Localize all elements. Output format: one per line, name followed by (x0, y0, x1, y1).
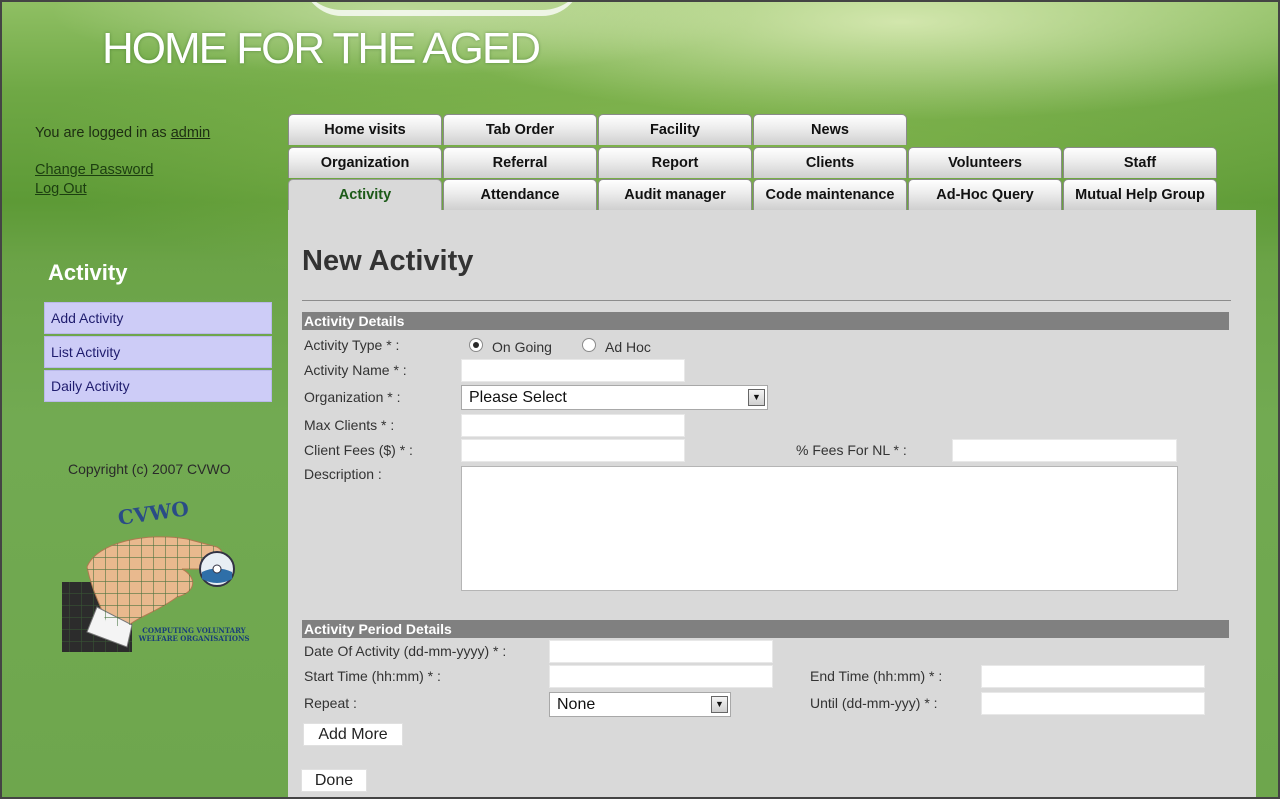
chevron-down-icon[interactable]: ▼ (711, 696, 728, 713)
tab-activity[interactable]: Activity (288, 179, 442, 211)
sidebar-item-list-activity[interactable]: List Activity (44, 336, 272, 368)
done-button[interactable]: Done (301, 769, 367, 792)
client-fees-input[interactable] (461, 439, 685, 462)
logo-caption-line2: WELFARE ORGANISATIONS (138, 634, 250, 643)
start-time-input[interactable] (549, 665, 773, 688)
until-input[interactable] (981, 692, 1205, 715)
max-clients-label: Max Clients * : (304, 417, 395, 433)
login-status: You are logged in as admin (35, 125, 210, 141)
date-of-activity-label: Date Of Activity (dd-mm-yyyy) * : (304, 643, 507, 659)
activity-name-label: Activity Name * : (304, 362, 407, 378)
date-of-activity-input[interactable] (549, 640, 773, 663)
site-title: HOME FOR THE AGED (102, 24, 541, 73)
tab-news[interactable]: News (753, 114, 907, 145)
chevron-down-icon[interactable]: ▼ (748, 389, 765, 406)
change-password-link[interactable]: Change Password (35, 162, 154, 178)
tab-volunteers[interactable]: Volunteers (908, 147, 1062, 178)
end-time-label: End Time (hh:mm) * : (810, 668, 943, 684)
tab-attendance[interactable]: Attendance (443, 179, 597, 210)
organization-selected-value: Please Select (469, 389, 567, 406)
add-more-button[interactable]: Add More (303, 723, 403, 746)
logo-caption: COMPUTING VOLUNTARY WELFARE ORGANISATION… (130, 627, 258, 643)
repeat-selected-value: None (557, 696, 596, 713)
client-fees-label: Client Fees ($) * : (304, 442, 413, 458)
sidebar-section-title: Activity (48, 260, 128, 285)
tab-mutual-help-group[interactable]: Mutual Help Group (1063, 179, 1217, 210)
description-textarea[interactable] (461, 466, 1178, 591)
activity-type-label: Activity Type * : (304, 337, 400, 353)
tab-staff[interactable]: Staff (1063, 147, 1217, 178)
until-label: Until (dd-mm-yyy) * : (810, 695, 938, 711)
activity-period-header: Activity Period Details (302, 620, 1229, 638)
organization-label: Organization * : (304, 389, 401, 405)
ad-hoc-label: Ad Hoc (605, 339, 651, 355)
log-out-link[interactable]: Log Out (35, 181, 87, 197)
ad-hoc-radio[interactable] (582, 338, 596, 352)
tab-referral[interactable]: Referral (443, 147, 597, 178)
sidebar-item-add-activity[interactable]: Add Activity (44, 302, 272, 334)
tab-organization[interactable]: Organization (288, 147, 442, 178)
tab-facility[interactable]: Facility (598, 114, 752, 145)
heading-divider (302, 300, 1231, 301)
end-time-input[interactable] (981, 665, 1205, 688)
on-going-radio[interactable] (469, 338, 483, 352)
tab-ad-hoc-query[interactable]: Ad-Hoc Query (908, 179, 1062, 210)
max-clients-input[interactable] (461, 414, 685, 437)
sidebar-item-daily-activity[interactable]: Daily Activity (44, 370, 272, 402)
tab-clients[interactable]: Clients (753, 147, 907, 178)
username-link[interactable]: admin (171, 125, 211, 141)
organization-select[interactable]: Please Select ▼ (461, 385, 768, 410)
tab-audit-manager[interactable]: Audit manager (598, 179, 752, 210)
activity-name-input[interactable] (461, 359, 685, 382)
repeat-label: Repeat : (304, 695, 357, 711)
description-label: Description : (304, 466, 382, 482)
start-time-label: Start Time (hh:mm) * : (304, 668, 441, 684)
login-prefix: You are logged in as (35, 125, 167, 141)
on-going-label: On Going (492, 339, 552, 355)
page-title: New Activity (302, 245, 474, 277)
tab-tab-order[interactable]: Tab Order (443, 114, 597, 145)
tab-report[interactable]: Report (598, 147, 752, 178)
repeat-select[interactable]: None ▼ (549, 692, 731, 717)
activity-details-header: Activity Details (302, 312, 1229, 330)
tab-code-maintenance[interactable]: Code maintenance (753, 179, 907, 210)
app-window: HOME FOR THE AGED You are logged in as a… (0, 0, 1280, 799)
logo-fragment (302, 2, 582, 16)
copyright-text: Copyright (c) 2007 CVWO (68, 461, 231, 477)
logo-wordmark: CVWO (116, 497, 190, 530)
tab-home-visits[interactable]: Home visits (288, 114, 442, 145)
fees-nl-label: % Fees For NL * : (796, 442, 907, 458)
fees-nl-input[interactable] (952, 439, 1177, 462)
